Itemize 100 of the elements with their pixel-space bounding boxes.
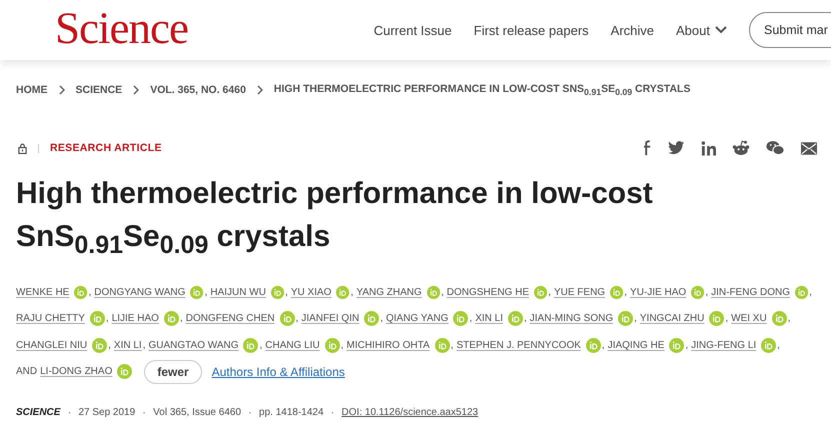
author-link[interactable]: YINGCAI ZHU [640, 313, 704, 324]
author-link[interactable]: STEPHEN J. PENNYCOOK [456, 340, 581, 351]
id-badge-icon[interactable] [190, 284, 204, 300]
article-title: High thermoelectric performance in low-cost SnS$_{0.91}$Se$_{0.09}$ crystals [16, 176, 654, 261]
reddit-icon[interactable] [732, 140, 750, 156]
id-badge-icon[interactable] [280, 311, 295, 326]
nav-link[interactable]: Current Issue [374, 22, 452, 38]
id-badge-icon[interactable] [453, 311, 468, 326]
chevron-right-icon [58, 85, 64, 95]
chevron-right-icon [133, 85, 140, 95]
id-badge-icon[interactable] [534, 284, 548, 300]
id-badge-icon[interactable] [90, 311, 105, 326]
id-badge-icon[interactable] [508, 311, 523, 326]
id-badge-icon[interactable] [364, 311, 380, 326]
author-link[interactable]: YU-JIE HAO [630, 286, 686, 298]
conjunction-text: AND [16, 366, 38, 378]
author-link[interactable]: XIN LI [114, 340, 142, 351]
nav-link[interactable]: Archive [610, 22, 654, 38]
author-link[interactable]: GUANGTAO WANG [148, 340, 238, 351]
breadcrumb-link[interactable]: HOME [16, 84, 48, 96]
comma-separator: , [380, 313, 383, 324]
comma-separator: , [777, 340, 780, 351]
comma-separator: , [285, 286, 288, 298]
author-link[interactable]: YUE FENG [554, 286, 606, 298]
author-link[interactable]: JIAQING HE [608, 340, 664, 351]
author-link[interactable]: WENKE HE [16, 286, 70, 298]
fewer-button[interactable]: fewer [144, 360, 202, 384]
id-badge-icon[interactable] [324, 338, 340, 353]
publication-date: 27 Sep 2019 [78, 406, 136, 418]
comma-separator: , [106, 313, 109, 324]
id-badge-icon[interactable] [618, 311, 634, 326]
comma-separator: , [450, 340, 454, 351]
comma-separator: , [809, 286, 812, 298]
facebook-icon[interactable] [643, 140, 652, 156]
author-link[interactable]: JIANFEI QIN [301, 313, 360, 324]
chevron-right-icon [256, 85, 263, 95]
doi-link[interactable]: DOI: 10.1126/science.aax5123 [342, 406, 478, 418]
id-badge-icon[interactable] [270, 284, 284, 300]
breadcrumb-link[interactable]: HIGH THERMOELECTRIC PERFORMANCE IN LOW-COST SNS$_{0.91}$SE$_{0.09}$ CRYSTALS [274, 82, 690, 98]
author-link[interactable]: RAJU CHETTY [16, 313, 85, 324]
id-badge-icon[interactable] [164, 311, 179, 326]
comma-separator: , [142, 340, 146, 351]
comma-separator: , [204, 286, 208, 298]
separator-dot: · [67, 405, 72, 419]
author-link[interactable]: QIANG YANG [386, 313, 448, 324]
id-badge-icon[interactable] [691, 284, 704, 300]
author-link[interactable]: YU XIAO [290, 286, 332, 298]
comma-separator: , [685, 340, 688, 351]
author-link[interactable]: HAIJUN WU [210, 286, 266, 298]
comma-separator: , [259, 340, 262, 351]
author-link[interactable]: JIAN-MING SONG [530, 313, 614, 324]
id-badge-icon[interactable] [795, 284, 808, 300]
breadcrumb-link[interactable]: VOL. 365, NO. 6460 [150, 84, 246, 96]
id-badge-icon[interactable] [434, 338, 450, 353]
id-badge-icon[interactable] [709, 311, 724, 326]
id-badge-icon[interactable] [669, 338, 684, 353]
breadcrumb-link[interactable]: SCIENCE [76, 84, 122, 96]
article-type-label: RESEARCH ARTICLE [50, 142, 162, 154]
author-link[interactable]: YANG ZHANG [356, 286, 422, 298]
separator-dot: · [248, 405, 252, 419]
affiliations-link[interactable]: Authors Info & Affiliations [212, 364, 345, 379]
author-link[interactable]: DONGSHENG HE [446, 286, 529, 298]
author-link[interactable]: CHANG LIU [265, 340, 320, 351]
nav-link[interactable]: First release papers [474, 22, 589, 38]
id-badge-icon[interactable] [586, 338, 601, 353]
id-badge-icon[interactable] [74, 284, 88, 300]
comma-separator: , [524, 313, 527, 324]
comma-separator: , [725, 313, 728, 324]
author-link[interactable]: LI-DONG ZHAO [40, 366, 112, 378]
wechat-icon[interactable] [766, 140, 785, 156]
id-badge-icon[interactable] [761, 338, 776, 353]
twitter-icon[interactable] [668, 141, 685, 155]
author-link[interactable]: LIJIE HAO [112, 313, 159, 324]
id-badge-icon[interactable] [336, 284, 350, 300]
id-badge-icon[interactable] [426, 284, 440, 300]
author-link[interactable]: CHANGLEI NIU [16, 340, 88, 351]
id-badge-icon[interactable] [243, 338, 258, 353]
id-badge-icon[interactable] [772, 311, 787, 326]
submit-button[interactable]: Submit mar [749, 12, 831, 48]
nav-link[interactable]: About [676, 22, 727, 38]
author-link[interactable]: XIN LI [475, 313, 503, 324]
author-link[interactable]: WEI XU [731, 313, 767, 324]
comma-separator: , [624, 286, 628, 298]
author-link[interactable]: JING-FENG LI [691, 340, 756, 351]
author-link[interactable]: DONGYANG WANG [94, 286, 186, 298]
comma-separator: , [548, 286, 551, 298]
author-link[interactable]: DONGFENG CHEN [186, 313, 275, 324]
comma-separator: , [350, 286, 354, 298]
author-link[interactable]: MICHIHIRO OHTA [346, 340, 430, 351]
author-link[interactable]: JIN-FENG DONG [711, 286, 790, 298]
linkedin-icon[interactable] [701, 140, 716, 156]
issue-text: Vol 365, Issue 6460 [153, 406, 242, 418]
comma-separator: , [440, 286, 444, 298]
journal-name: SCIENCE [16, 406, 60, 418]
comma-separator: , [788, 313, 790, 324]
envelope-icon[interactable] [801, 142, 817, 154]
id-badge-icon[interactable] [92, 338, 108, 353]
id-badge-icon[interactable] [610, 284, 624, 300]
id-badge-icon[interactable] [117, 364, 132, 380]
site-logo[interactable]: Science [55, 6, 188, 50]
